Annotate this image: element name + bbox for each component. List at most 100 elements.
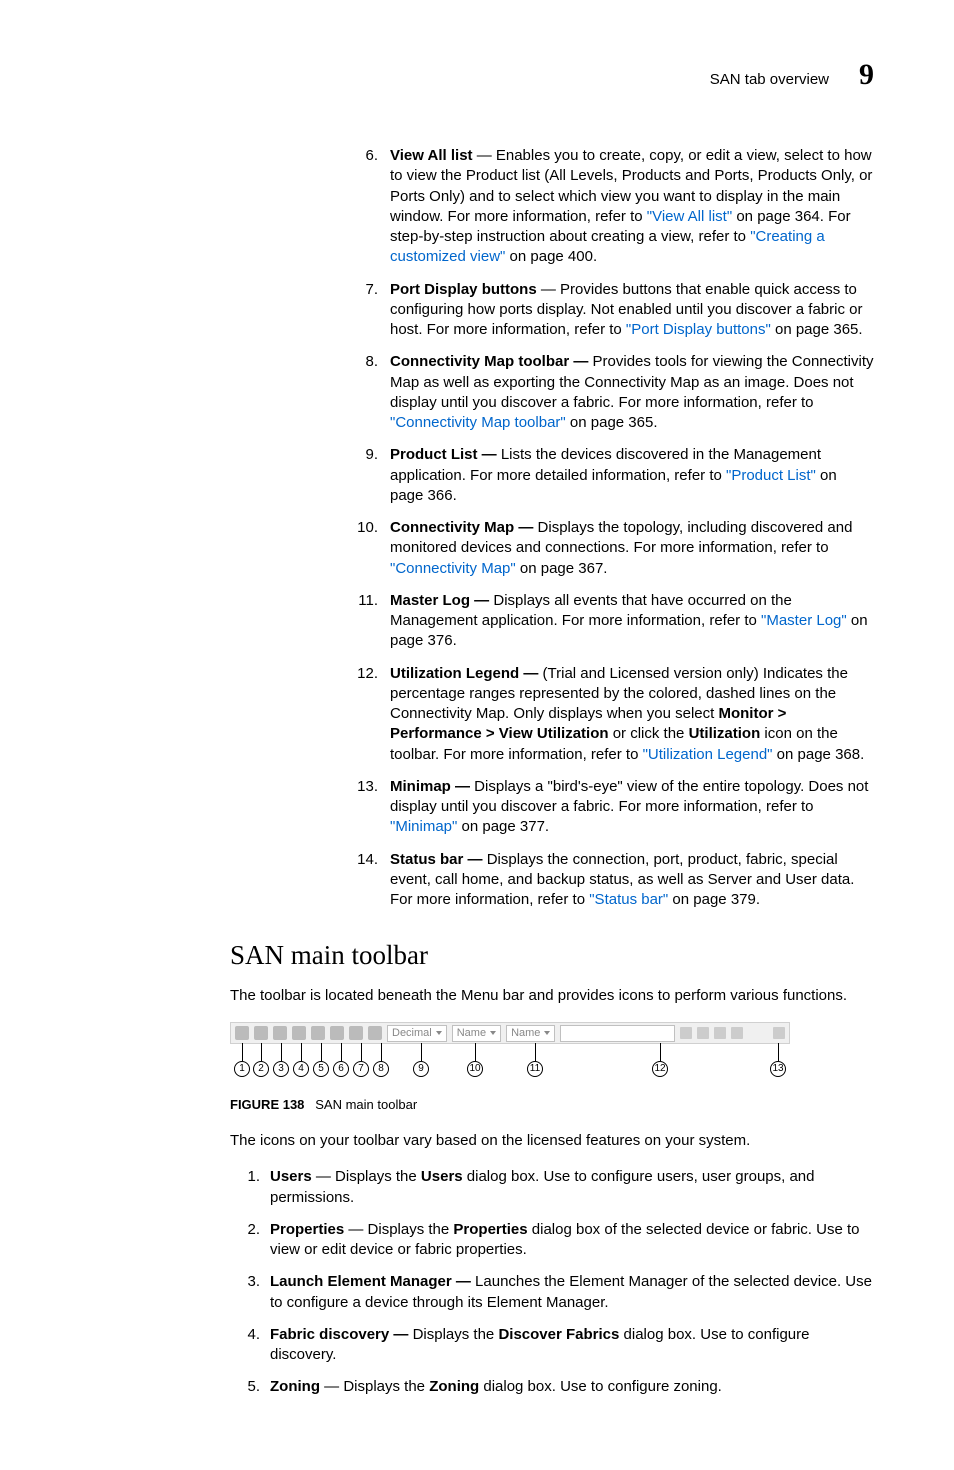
item-number: 13. — [188, 777, 390, 797]
callout-leader — [475, 1043, 476, 1061]
section-intro: The toolbar is located beneath the Menu … — [230, 985, 874, 1006]
cross-ref-link[interactable]: "Master Log" — [761, 612, 847, 629]
list-item: 11. Master Log — Displays all events tha… — [188, 591, 874, 652]
combo-label: Name — [511, 1027, 540, 1039]
cross-ref-link[interactable]: "Status bar" — [589, 891, 668, 908]
running-header: SAN tab overview 9 — [80, 58, 874, 92]
overview-list: 6. View All list — Enables you to create… — [188, 146, 874, 910]
item-term: Utilization Legend — — [390, 665, 538, 682]
callout-number: 7 — [353, 1061, 369, 1077]
callout-number: 6 — [333, 1061, 349, 1077]
cross-ref-link[interactable]: "Minimap" — [390, 818, 457, 835]
item-text: — Displays the — [344, 1221, 453, 1238]
properties-icon — [254, 1026, 268, 1040]
callout-number: 1 — [234, 1061, 250, 1077]
toolbar-figure: Decimal Name Name 12345678910111213 — [230, 1022, 874, 1079]
post-figure-para: The icons on your toolbar vary based on … — [230, 1130, 874, 1151]
item-number: 10. — [188, 518, 390, 538]
combo-decimal: Decimal — [387, 1025, 447, 1042]
item-number: 12. — [188, 664, 390, 684]
item-term: Launch Element Manager — — [270, 1273, 471, 1290]
callout-leader — [341, 1043, 342, 1061]
item-text: on page 379. — [668, 891, 760, 908]
bold-inline: Users — [421, 1168, 463, 1185]
combo-name-2: Name — [506, 1025, 555, 1042]
item-number: 3. — [230, 1272, 270, 1292]
list-item: 4. Fabric discovery — Displays the Disco… — [230, 1325, 874, 1366]
callout-number: 2 — [253, 1061, 269, 1077]
list-item: 13. Minimap — Displays a "bird's-eye" vi… — [188, 777, 874, 838]
item-number: 9. — [188, 445, 390, 465]
item-text: on page 367. — [516, 560, 608, 577]
item-text: — Displays the — [320, 1378, 429, 1395]
cross-ref-link[interactable]: "View All list" — [647, 208, 732, 225]
toolbar-image: Decimal Name Name — [230, 1022, 790, 1044]
item-text: on page 365. — [771, 321, 863, 338]
item-number: 4. — [230, 1325, 270, 1345]
callout-number: 9 — [413, 1061, 429, 1077]
chevron-down-icon — [490, 1031, 496, 1035]
list-item: 6. View All list — Enables you to create… — [188, 146, 874, 268]
toolbar-items-list: 1. Users — Displays the Users dialog box… — [230, 1167, 874, 1397]
item-text: dialog box. Use to configure zoning. — [479, 1378, 722, 1395]
callout-leader — [660, 1043, 661, 1061]
callout-leader — [321, 1043, 322, 1061]
toolbar-small-icon — [697, 1027, 709, 1039]
callout-leader — [361, 1043, 362, 1061]
chevron-down-icon — [436, 1031, 442, 1035]
item-term: Zoning — [270, 1378, 320, 1395]
item-text: Displays the — [408, 1326, 498, 1343]
list-item: 12. Utilization Legend — (Trial and Lice… — [188, 664, 874, 765]
toolbar-icon — [349, 1026, 363, 1040]
toolbar-small-icon — [731, 1027, 743, 1039]
item-term: Port Display buttons — [390, 281, 537, 298]
callout-leader — [535, 1043, 536, 1061]
item-term: Users — [270, 1168, 312, 1185]
toolbar-icon — [368, 1026, 382, 1040]
cross-ref-link[interactable]: "Utilization Legend" — [643, 746, 773, 763]
callout-leader — [778, 1043, 779, 1061]
item-term: Connectivity Map toolbar — — [390, 353, 588, 370]
element-manager-icon — [273, 1026, 287, 1040]
toolbar-small-icon — [714, 1027, 726, 1039]
callout-leader — [261, 1043, 262, 1061]
chevron-down-icon — [544, 1031, 550, 1035]
list-item: 7. Port Display buttons — Provides butto… — [188, 280, 874, 341]
combo-label: Name — [457, 1027, 486, 1039]
figure-number: FIGURE 138 — [230, 1097, 304, 1112]
callout-number: 3 — [273, 1061, 289, 1077]
item-text: — Displays the — [312, 1168, 421, 1185]
item-text: on page 368. — [773, 746, 865, 763]
cross-ref-link[interactable]: "Connectivity Map toolbar" — [390, 414, 566, 431]
cross-ref-link[interactable]: "Port Display buttons" — [626, 321, 771, 338]
callout-leader — [381, 1043, 382, 1061]
bold-inline: Utilization — [689, 725, 761, 742]
list-item: 2. Properties — Displays the Properties … — [230, 1220, 874, 1261]
fabric-discovery-icon — [292, 1026, 306, 1040]
cross-ref-link[interactable]: "Connectivity Map" — [390, 560, 516, 577]
combo-label: Decimal — [392, 1027, 432, 1039]
list-item: 9. Product List — Lists the devices disc… — [188, 445, 874, 506]
item-number: 2. — [230, 1220, 270, 1240]
item-number: 11. — [188, 591, 390, 611]
callout-leaders: 12345678910111213 — [230, 1043, 790, 1079]
item-term: View All list — [390, 147, 473, 164]
item-number: 5. — [230, 1377, 270, 1397]
section-heading: SAN main toolbar — [230, 940, 874, 971]
search-box — [560, 1025, 675, 1042]
figure-caption: FIGURE 138 SAN main toolbar — [230, 1097, 874, 1112]
zoning-icon — [311, 1026, 325, 1040]
callout-leader — [301, 1043, 302, 1061]
item-number: 7. — [188, 280, 390, 300]
combo-name-1: Name — [452, 1025, 501, 1042]
item-term: Status bar — — [390, 851, 483, 868]
callout-number: 5 — [313, 1061, 329, 1077]
callout-number: 10 — [467, 1061, 483, 1077]
list-item: 1. Users — Displays the Users dialog box… — [230, 1167, 874, 1208]
list-item: 8. Connectivity Map toolbar — Provides t… — [188, 352, 874, 433]
cross-ref-link[interactable]: "Product List" — [726, 467, 816, 484]
callout-leader — [421, 1043, 422, 1061]
item-text: on page 377. — [457, 818, 549, 835]
item-term: Connectivity Map — — [390, 519, 533, 536]
list-item: 14. Status bar — Displays the connection… — [188, 850, 874, 911]
